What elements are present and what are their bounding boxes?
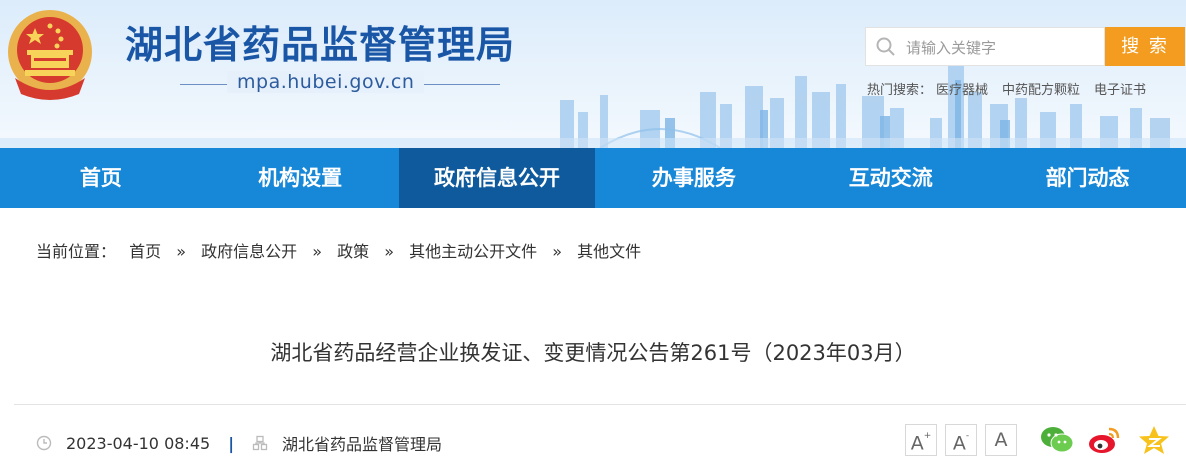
title-divider [14,404,1186,405]
site-url: mpa.hubei.gov.cn [227,71,425,93]
breadcrumb-other-public-docs[interactable]: 其他主动公开文件 [409,242,537,261]
font-larger-label: A [910,432,924,455]
nav-item-home[interactable]: 首页 [0,148,202,208]
breadcrumb-policy[interactable]: 政策 [337,242,369,261]
org-icon [252,435,268,451]
nav-item-services[interactable]: 办事服务 [595,148,792,208]
article-source: 湖北省药品监督管理局 [282,435,443,454]
hot-search-item-tcm-granules[interactable]: 中药配方颗粒 [1002,83,1080,98]
site-title: 湖北省药品监督管理局 [125,23,516,67]
font-smaller-mark: - [965,431,970,441]
breadcrumb-prefix: 当前位置： [36,242,117,261]
font-smaller-label: A [952,432,966,455]
article-meta: 2023-04-10 08:45 | 湖北省药品监督管理局 [36,431,442,455]
publish-date: 2023-04-10 08:45 [66,433,211,453]
clock-icon [36,435,52,451]
breadcrumb-home[interactable]: 首页 [129,242,161,261]
meta-separator: | [228,433,235,453]
weibo-icon[interactable] [1087,425,1121,455]
search-box [865,27,1105,67]
nav-item-organization[interactable]: 机构设置 [202,148,399,208]
font-smaller-button[interactable]: A- [945,424,977,456]
font-reset-label: A [994,429,1008,451]
search-input[interactable] [904,28,1104,67]
breadcrumb-separator: » [176,242,187,261]
font-reset-button[interactable]: A [985,424,1017,456]
breadcrumb-gov-info[interactable]: 政府信息公开 [201,242,297,261]
nav-item-interaction[interactable]: 互动交流 [792,148,989,208]
nav-item-gov-info[interactable]: 政府信息公开 [398,148,596,208]
hot-search-item-e-certificate[interactable]: 电子证书 [1094,83,1146,98]
font-larger-button[interactable]: A+ [905,424,937,456]
breadcrumb-separator: » [384,242,395,261]
hot-search-label: 热门搜索： [867,83,933,98]
article-title: 湖北省药品经营企业换发证、变更情况公告第261号（2023年03月） [270,341,916,365]
breadcrumb-separator: » [312,242,323,261]
main-nav: 首页 机构设置 政府信息公开 办事服务 互动交流 部门动态 [0,148,1186,208]
nav-item-news[interactable]: 部门动态 [989,148,1186,208]
search-icon [876,37,895,56]
qzone-icon[interactable] [1137,425,1171,455]
breadcrumb-other-docs[interactable]: 其他文件 [577,242,641,261]
breadcrumb-separator: » [552,242,563,261]
font-larger-mark: + [923,431,932,441]
search-button[interactable]: 搜 索 [1105,27,1185,66]
hot-search: 热门搜索： 医疗器械 中药配方颗粒 电子证书 [867,79,1146,98]
breadcrumb: 当前位置： 首页 » 政府信息公开 » 政策 » 其他主动公开文件 » 其他文件 [36,238,641,262]
hot-search-item-medical-devices[interactable]: 医疗器械 [936,83,988,98]
site-header: 湖北省药品监督管理局 mpa.hubei.gov.cn 搜 索 热门搜索：医疗器… [0,0,1186,148]
national-emblem-icon [8,10,92,100]
wechat-icon[interactable] [1040,425,1074,455]
